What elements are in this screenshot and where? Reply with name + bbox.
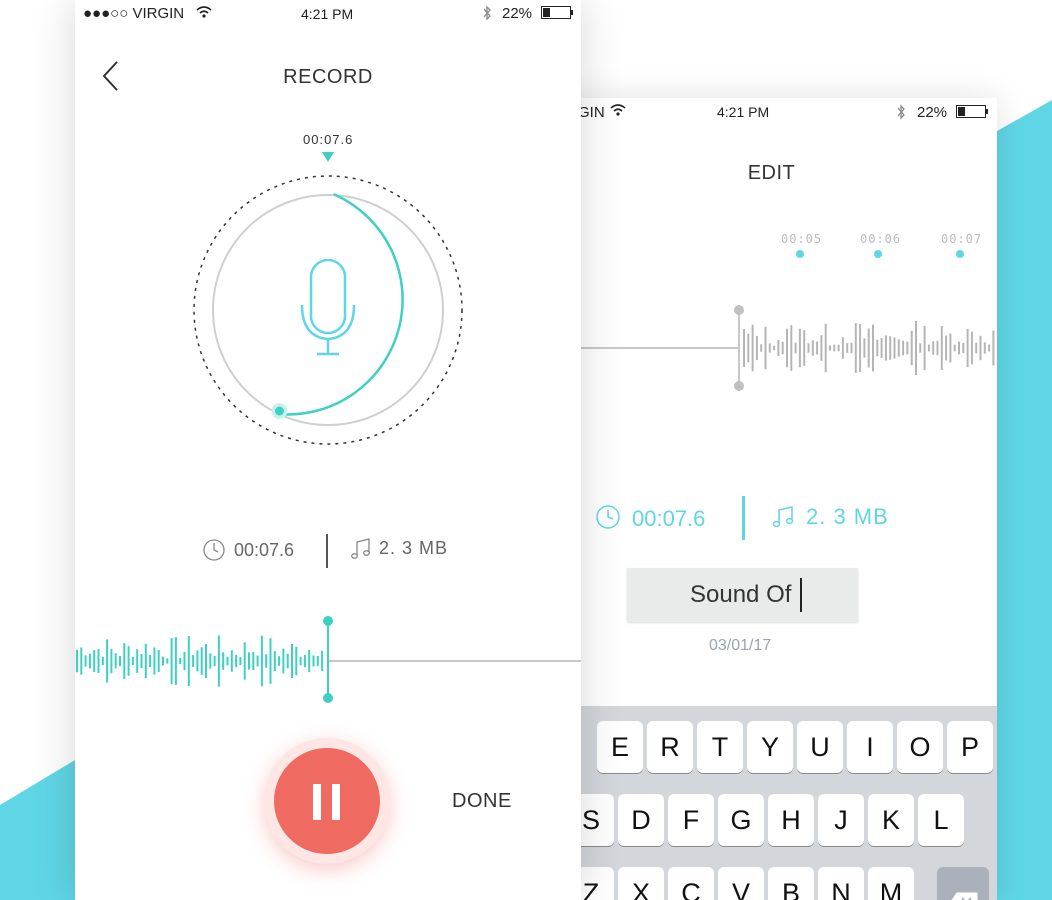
record-dial[interactable] (183, 140, 473, 460)
divider (742, 496, 745, 540)
delete-icon (949, 880, 979, 900)
key-l[interactable]: L (918, 794, 964, 846)
clock-icon (595, 504, 621, 535)
key-o[interactable]: O (897, 721, 943, 773)
date-label: 03/01/17 (709, 637, 772, 654)
key-x[interactable]: X (618, 867, 664, 900)
time-label: 4:21 PM (301, 6, 354, 22)
timeline-dot (956, 250, 964, 258)
waveform (76, 616, 581, 703)
name-input[interactable]: Sound Of (627, 568, 858, 622)
microphone-icon (300, 258, 356, 356)
key-u[interactable]: U (797, 721, 843, 773)
timeline-label: 00:07 (941, 232, 983, 246)
size-label: 2. 3 MB (806, 504, 889, 529)
page-title: RECORD (283, 66, 373, 88)
progress-marker-icon (322, 152, 334, 162)
battery-icon (541, 6, 575, 24)
size-label: 2. 3 MB (379, 538, 449, 558)
bluetooth-icon (896, 104, 906, 124)
battery-icon (956, 105, 990, 123)
carrier-label: ●●●○○ VIRGIN (83, 5, 185, 22)
bluetooth-icon (482, 5, 492, 25)
text-cursor (800, 578, 802, 612)
delete-key[interactable] (937, 867, 989, 900)
key-e[interactable]: E (597, 721, 643, 773)
music-note-icon (770, 504, 796, 535)
wifi-icon (610, 103, 626, 120)
timeline-dot (796, 250, 804, 258)
duration-label: 00:07.6 (632, 506, 706, 531)
record-screen: ●●●○○ VIRGIN 4:21 PM 22% RECORD 00:07.6 (75, 0, 581, 900)
key-g[interactable]: G (718, 794, 764, 846)
key-n[interactable]: N (818, 867, 864, 900)
page-title: EDIT (747, 162, 796, 184)
wifi-icon (196, 5, 212, 22)
key-p[interactable]: P (947, 721, 993, 773)
battery-percent: 22% (502, 5, 533, 22)
timeline-label: 00:05 (781, 232, 823, 246)
timeline-dot (874, 250, 882, 258)
music-note-icon (349, 537, 373, 566)
key-r[interactable]: R (647, 721, 693, 773)
key-c[interactable]: C (668, 867, 714, 900)
status-bar: GIN 4:21 PM 22% (560, 98, 997, 126)
key-f[interactable]: F (668, 794, 714, 846)
divider (326, 534, 328, 568)
key-h[interactable]: H (768, 794, 814, 846)
key-t[interactable]: T (697, 721, 743, 773)
key-i[interactable]: I (847, 721, 893, 773)
keyboard: E R T Y U I O P S D F G H J K L Z X C V … (560, 706, 997, 900)
status-bar: ●●●○○ VIRGIN 4:21 PM 22% (75, 0, 581, 28)
duration-label: 00:07.6 (234, 540, 295, 560)
carrier-label: GIN (578, 104, 605, 121)
edit-screen: GIN 4:21 PM 22% EDIT 00:05 00:06 00:07 0… (560, 98, 997, 900)
done-button[interactable]: DONE (452, 790, 512, 813)
key-m[interactable]: M (868, 867, 914, 900)
waveform[interactable] (560, 298, 997, 398)
key-j[interactable]: J (818, 794, 864, 846)
name-input-value: Sound Of (690, 581, 792, 608)
clock-icon (202, 538, 226, 567)
time-label: 4:21 PM (717, 104, 770, 120)
battery-percent: 22% (917, 104, 948, 121)
key-v[interactable]: V (718, 867, 764, 900)
key-d[interactable]: D (618, 794, 664, 846)
key-b[interactable]: B (768, 867, 814, 900)
key-y[interactable]: Y (747, 721, 793, 773)
pause-icon (313, 784, 341, 825)
pause-button[interactable] (264, 738, 390, 864)
timeline-label: 00:06 (860, 232, 902, 246)
key-k[interactable]: K (868, 794, 914, 846)
